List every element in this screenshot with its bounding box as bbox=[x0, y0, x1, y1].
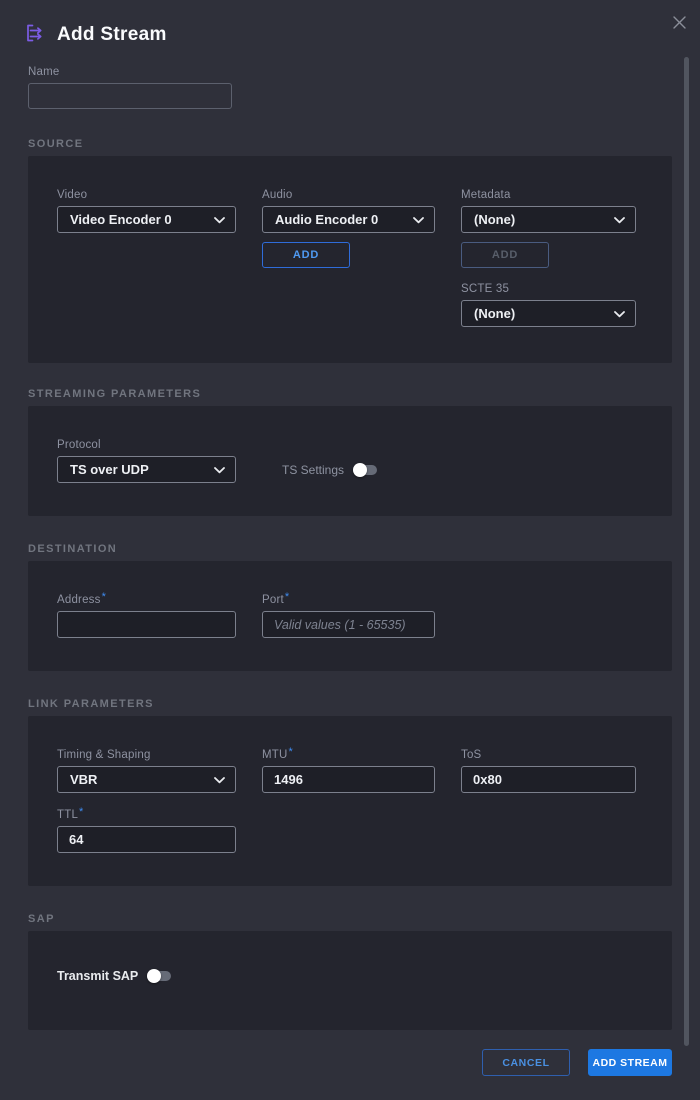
required-asterisk: * bbox=[102, 591, 106, 603]
address-input[interactable] bbox=[57, 611, 236, 638]
ts-settings-label: TS Settings bbox=[282, 463, 344, 477]
address-label: Address bbox=[57, 594, 101, 606]
name-field-group: Name bbox=[28, 66, 232, 109]
timing-shaping-field-group: Timing & Shaping VBR bbox=[57, 749, 236, 793]
audio-field-group: Audio Audio Encoder 0 bbox=[262, 189, 435, 233]
link-parameters-section: LINK PARAMETERS Timing & Shaping VBR MTU… bbox=[28, 697, 672, 886]
tos-field-group: ToS bbox=[461, 749, 636, 793]
required-asterisk: * bbox=[285, 591, 289, 603]
chevron-down-icon bbox=[214, 211, 225, 229]
video-select-value: Video Encoder 0 bbox=[70, 212, 172, 227]
chevron-down-icon bbox=[214, 461, 225, 479]
streaming-parameters-section: STREAMING PARAMETERS Protocol TS over UD… bbox=[28, 387, 672, 516]
link-parameters-heading: LINK PARAMETERS bbox=[28, 697, 672, 711]
tos-label: ToS bbox=[461, 749, 636, 762]
stream-out-icon bbox=[24, 22, 46, 49]
source-panel: Video Video Encoder 0 Audio Audio Encode… bbox=[28, 156, 672, 363]
video-label: Video bbox=[57, 189, 236, 202]
chevron-down-icon bbox=[214, 771, 225, 789]
streaming-parameters-heading: STREAMING PARAMETERS bbox=[28, 387, 672, 401]
destination-section: DESTINATION Address* Port* bbox=[28, 542, 672, 671]
scte35-select-value: (None) bbox=[474, 306, 515, 321]
port-input[interactable] bbox=[262, 611, 435, 638]
chevron-down-icon bbox=[413, 211, 424, 229]
destination-panel: Address* Port* bbox=[28, 561, 672, 671]
audio-select[interactable]: Audio Encoder 0 bbox=[262, 206, 435, 233]
source-heading: SOURCE bbox=[28, 137, 672, 151]
timing-shaping-label: Timing & Shaping bbox=[57, 749, 236, 762]
sap-panel: Transmit SAP bbox=[28, 931, 672, 1030]
name-label: Name bbox=[28, 66, 232, 79]
scte35-select[interactable]: (None) bbox=[461, 300, 636, 327]
add-audio-button[interactable]: ADD bbox=[262, 242, 350, 268]
metadata-field-group: Metadata (None) bbox=[461, 189, 636, 233]
required-asterisk: * bbox=[289, 746, 293, 758]
port-field-group: Port* bbox=[262, 594, 435, 638]
sap-section: SAP Transmit SAP bbox=[28, 912, 672, 1030]
sap-heading: SAP bbox=[28, 912, 672, 926]
chevron-down-icon bbox=[614, 211, 625, 229]
scte35-label: SCTE 35 bbox=[461, 283, 636, 296]
cancel-button[interactable]: CANCEL bbox=[482, 1049, 570, 1076]
chevron-down-icon bbox=[614, 305, 625, 323]
toggle-knob bbox=[353, 463, 367, 477]
ts-settings-toggle-row: TS Settings bbox=[262, 456, 435, 483]
ttl-field-group: TTL* bbox=[57, 809, 236, 853]
protocol-select[interactable]: TS over UDP bbox=[57, 456, 236, 483]
transmit-sap-label: Transmit SAP bbox=[57, 969, 138, 983]
dialog-footer: CANCEL ADD STREAM bbox=[482, 1049, 672, 1076]
video-field-group: Video Video Encoder 0 bbox=[57, 189, 236, 233]
add-stream-button[interactable]: ADD STREAM bbox=[588, 1049, 672, 1076]
port-label: Port bbox=[262, 594, 284, 606]
add-stream-dialog: Add Stream Name SOURCE Video Video Encod… bbox=[0, 0, 700, 1100]
scte35-field-group: SCTE 35 (None) bbox=[461, 283, 636, 327]
audio-label: Audio bbox=[262, 189, 435, 202]
ttl-input[interactable] bbox=[57, 826, 236, 853]
video-select[interactable]: Video Encoder 0 bbox=[57, 206, 236, 233]
close-icon[interactable] bbox=[669, 12, 690, 33]
metadata-select[interactable]: (None) bbox=[461, 206, 636, 233]
timing-shaping-select-value: VBR bbox=[70, 772, 97, 787]
transmit-sap-toggle[interactable] bbox=[148, 971, 171, 981]
metadata-label: Metadata bbox=[461, 189, 636, 202]
tos-input[interactable] bbox=[461, 766, 636, 793]
add-metadata-button-disabled[interactable]: ADD bbox=[461, 242, 549, 268]
mtu-field-group: MTU* bbox=[262, 749, 435, 793]
name-input[interactable] bbox=[28, 83, 232, 109]
protocol-select-value: TS over UDP bbox=[70, 462, 149, 477]
protocol-label: Protocol bbox=[57, 439, 236, 452]
ts-settings-toggle[interactable] bbox=[354, 465, 377, 475]
protocol-field-group: Protocol TS over UDP bbox=[57, 439, 236, 483]
transmit-sap-toggle-row: Transmit SAP bbox=[57, 969, 643, 983]
toggle-knob bbox=[147, 969, 161, 983]
dialog-header: Add Stream bbox=[24, 23, 167, 47]
destination-heading: DESTINATION bbox=[28, 542, 672, 556]
mtu-label: MTU bbox=[262, 749, 288, 761]
address-field-group: Address* bbox=[57, 594, 236, 638]
required-asterisk: * bbox=[79, 806, 83, 818]
mtu-input[interactable] bbox=[262, 766, 435, 793]
dialog-title: Add Stream bbox=[57, 24, 167, 46]
audio-select-value: Audio Encoder 0 bbox=[275, 212, 378, 227]
metadata-select-value: (None) bbox=[474, 212, 515, 227]
link-parameters-panel: Timing & Shaping VBR MTU* ToS TTL bbox=[28, 716, 672, 886]
ttl-label: TTL bbox=[57, 809, 78, 821]
scrollbar-thumb[interactable] bbox=[684, 57, 689, 1046]
streaming-parameters-panel: Protocol TS over UDP TS Settings bbox=[28, 406, 672, 516]
source-section: SOURCE Video Video Encoder 0 Audio Audio… bbox=[28, 137, 672, 363]
timing-shaping-select[interactable]: VBR bbox=[57, 766, 236, 793]
